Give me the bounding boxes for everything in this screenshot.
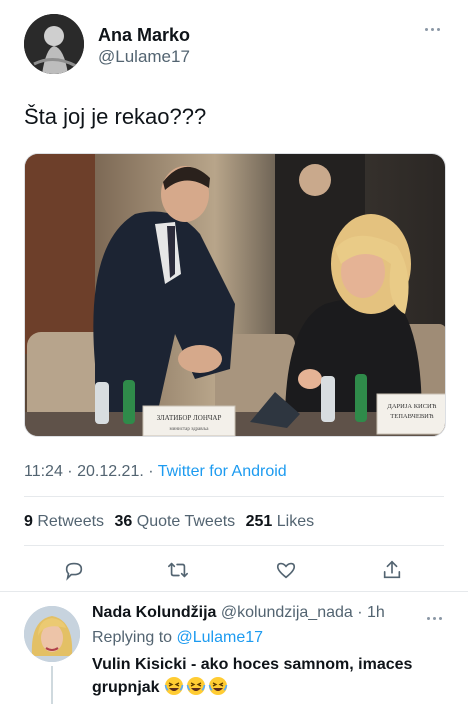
tweet-actions [24, 552, 444, 588]
quote-tweets-stat[interactable]: 36 Quote Tweets [115, 513, 236, 530]
likes-label: Likes [272, 513, 315, 530]
laughing-face-emoji [164, 677, 184, 695]
tweet-text: Šta joj je rekao??? [24, 104, 207, 129]
nameplate-left-title: министар здравља [170, 427, 210, 432]
more-options-icon[interactable] [420, 22, 444, 36]
replying-label: Replying to [92, 629, 177, 646]
reply-text-body: Vulin Kisicki - ako hoces samnom, imaces… [92, 656, 413, 696]
author-display-name[interactable]: Ana Marko [98, 25, 190, 46]
reply-more-options-icon[interactable] [422, 612, 446, 624]
reply-display-name[interactable]: Nada Kolundžija [92, 604, 216, 621]
nameplate-left-name: ЗЛАТИБОР ЛОНЧАР [157, 414, 222, 422]
tweet-header: Ana Marko @Lulame17 [24, 14, 444, 74]
retweets-stat[interactable]: 9 Retweets [24, 513, 104, 530]
likes-stat[interactable]: 251 Likes [246, 513, 315, 530]
laughing-face-emoji [186, 677, 206, 695]
thread-line [51, 666, 53, 704]
likes-count: 251 [245, 513, 273, 530]
divider [24, 545, 444, 546]
replying-to: Replying to @Lulame17 [92, 629, 263, 647]
share-icon[interactable] [376, 554, 408, 586]
tweet-image[interactable]: ЗЛАТИБОР ЛОНЧАР министар здравља ДАРИЈА … [24, 153, 446, 437]
nameplate-right-name: ДАРИЈА КИСИЋ [387, 403, 436, 410]
reply-text: Vulin Kisicki - ako hoces samnom, imaces… [92, 654, 452, 699]
replying-to-mention[interactable]: @Lulame17 [177, 629, 264, 646]
retweet-icon[interactable] [162, 554, 194, 586]
author-handle[interactable]: @Lulame17 [98, 47, 190, 67]
author-avatar[interactable] [24, 14, 84, 74]
quotes-label: Quote Tweets [132, 513, 236, 530]
retweets-count: 9 [24, 513, 33, 530]
quotes-count: 36 [114, 513, 133, 530]
divider [24, 496, 444, 497]
like-icon[interactable] [270, 554, 302, 586]
tweet-time[interactable]: 11:24 · 20.12.21. · [24, 463, 158, 480]
nameplate-right-surname: ТЕПАВЧЕВИЋ [390, 413, 434, 420]
reply-tweet[interactable]: Nada Kolundžija @kolundzija_nada · 1h Re… [0, 592, 468, 704]
tweet-source-link[interactable]: Twitter for Android [158, 463, 287, 480]
reply-handle-time[interactable]: @kolundzija_nada · 1h [216, 604, 385, 621]
laughing-face-emoji [208, 677, 228, 695]
reply-icon[interactable] [58, 554, 90, 586]
reply-author[interactable]: Nada Kolundžija @kolundzija_nada · 1h [92, 604, 385, 622]
reply-author-avatar[interactable] [24, 606, 80, 662]
tweet-stats: 9 Retweets 36 Quote Tweets 251 Likes [24, 513, 320, 531]
retweets-label: Retweets [32, 513, 105, 530]
tweet-timestamp: 11:24 · 20.12.21. · Twitter for Android [24, 463, 287, 481]
